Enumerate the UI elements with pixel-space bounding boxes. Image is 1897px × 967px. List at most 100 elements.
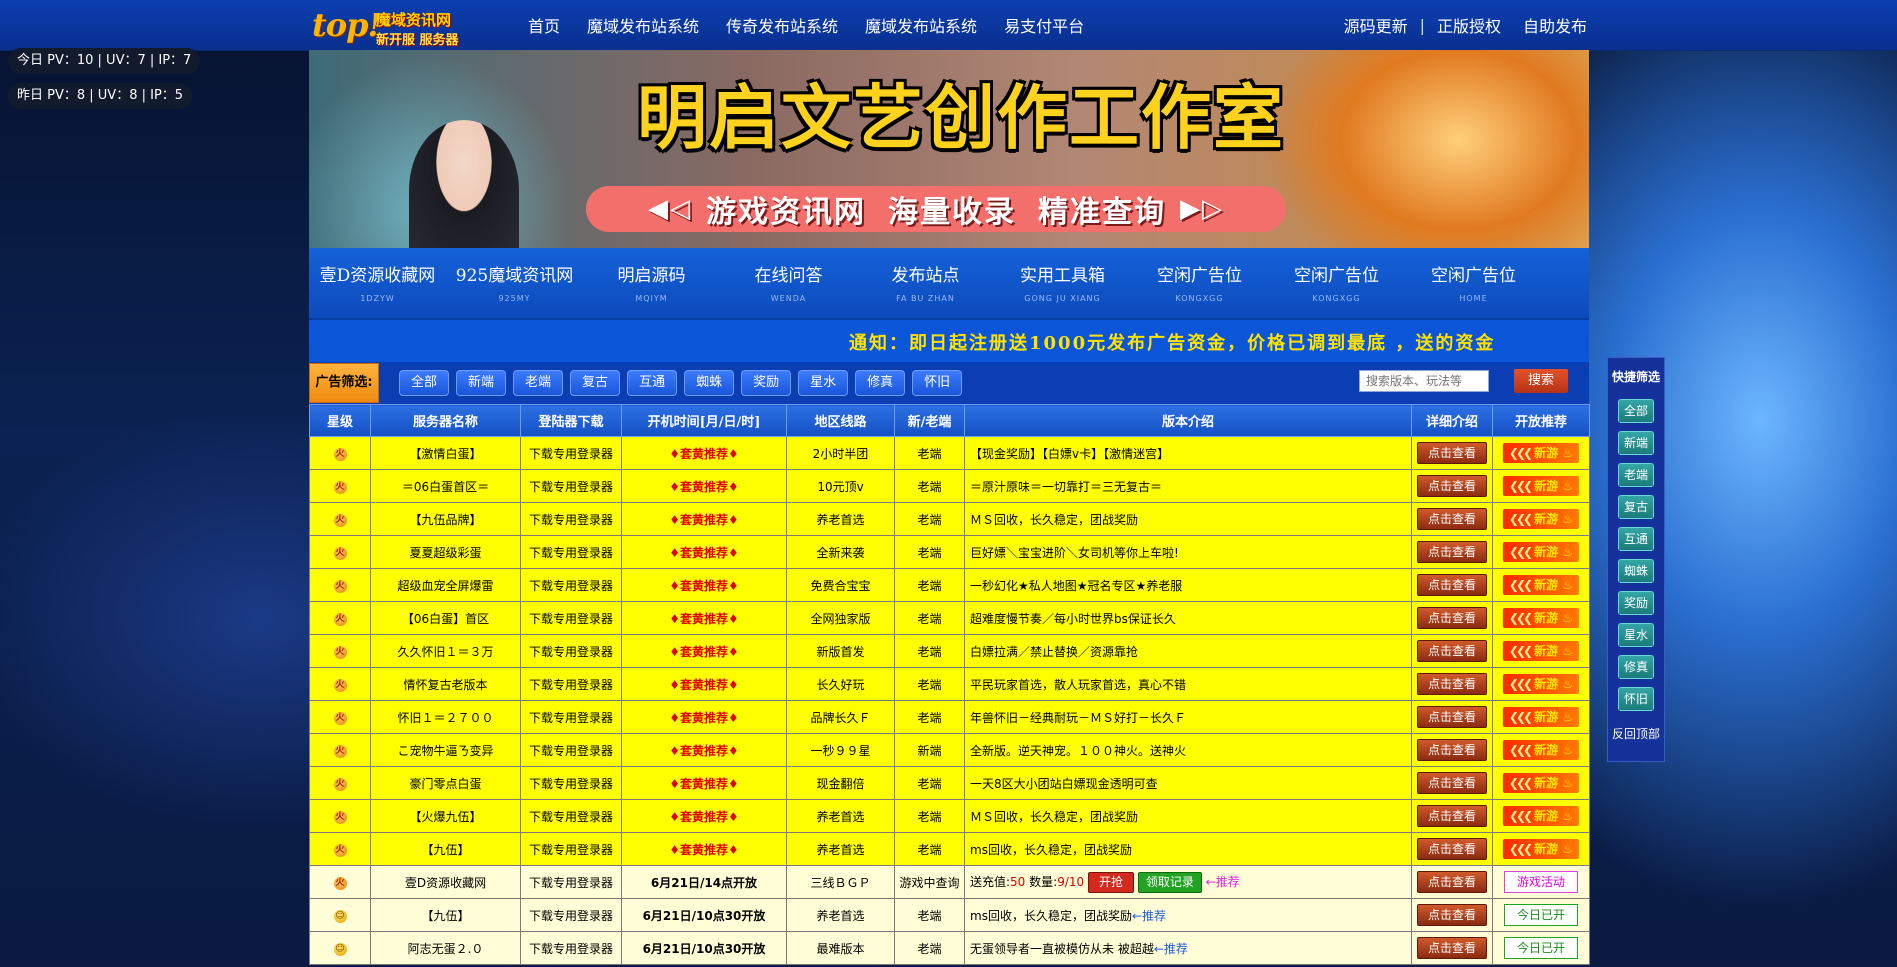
partner-link[interactable]: 空闲广告位 KONGXGG	[1268, 248, 1405, 318]
view-detail-button[interactable]: 点击查看	[1417, 937, 1487, 959]
new-game-badge[interactable]: ❮❮❮ 新游 ♨	[1503, 542, 1579, 562]
nav-home[interactable]: 首页	[528, 13, 560, 37]
opened-today-tag[interactable]: 今日已开	[1504, 904, 1578, 926]
table-row[interactable]: 火 【激情白蛋】 下载专用登录器 ♦套黄推荐♦ 2小时半团 老端 【现金奖励】【白嫖v卡】【…	[309, 436, 1590, 470]
view-detail-button[interactable]: 点击查看	[1417, 607, 1487, 629]
filter-chip[interactable]: 全部	[399, 370, 450, 396]
filter-chip[interactable]: 怀旧	[912, 370, 963, 396]
hero-banner[interactable]: 明启文艺创作工作室 ◀◁ 游戏资讯网 海量收录 精准查询 ▶▷	[309, 50, 1589, 248]
table-row[interactable]: 火 【九伍】 下载专用登录器 ♦套黄推荐♦ 养老首选 老端 ms回收，长久稳定，团战奖励 点击…	[309, 832, 1590, 866]
server-name[interactable]: 【九伍品牌】	[370, 502, 521, 536]
table-row[interactable]: 火 怀旧１＝２７００ 下载专用登录器 ♦套黄推荐♦ 品牌长久Ｆ 老端 年兽怀旧－经典耐玩－Ｍ…	[309, 700, 1590, 734]
quick-filter-item[interactable]: 奖励	[1618, 591, 1654, 615]
table-row[interactable]: ☺ 【九伍】 下载专用登录器 6月21日/10点30开放 养老首选 老端 ms回…	[309, 898, 1590, 932]
quick-filter-item[interactable]: 老端	[1618, 463, 1654, 487]
download-link[interactable]: 下载专用登录器	[520, 733, 622, 767]
nav-mu-system-2[interactable]: 魔域发布站系统	[865, 13, 977, 37]
table-row[interactable]: 火 こ宠物牛逼ㄋ变异 下载专用登录器 ♦套黄推荐♦ 一秒９９星 新端 全新版。逆天神宠。１０…	[309, 733, 1590, 767]
game-event-tag[interactable]: 游戏活动	[1504, 871, 1578, 893]
new-game-badge[interactable]: ❮❮❮ 新游 ♨	[1503, 740, 1579, 760]
view-detail-button[interactable]: 点击查看	[1417, 574, 1487, 596]
download-link[interactable]: 下载专用登录器	[520, 436, 622, 470]
view-detail-button[interactable]: 点击查看	[1417, 442, 1487, 464]
nav-legend-system[interactable]: 传奇发布站系统	[726, 13, 838, 37]
new-game-badge[interactable]: ❮❮❮ 新游 ♨	[1503, 575, 1579, 595]
view-detail-button[interactable]: 点击查看	[1417, 838, 1487, 860]
filter-chip[interactable]: 奖励	[741, 370, 792, 396]
filter-chip[interactable]: 复古	[570, 370, 621, 396]
back-to-top-link[interactable]: 反回顶部	[1608, 725, 1664, 742]
new-game-badge[interactable]: ❮❮❮ 新游 ♨	[1503, 509, 1579, 529]
search-button[interactable]: 搜索	[1514, 369, 1568, 393]
server-name[interactable]: 壹D资源收藏网	[370, 865, 521, 899]
server-name[interactable]: 怀旧１＝２７００	[370, 700, 521, 734]
server-name[interactable]: 【06白蛋】首区	[370, 601, 521, 635]
grab-button[interactable]: 开抢	[1087, 871, 1134, 893]
nav-payment[interactable]: 易支付平台	[1004, 13, 1084, 37]
partner-link[interactable]: 实用工具箱 GONG JU XIANG	[994, 248, 1131, 318]
quick-filter-item[interactable]: 全部	[1618, 399, 1654, 423]
server-name[interactable]: 豪门零点白蛋	[370, 766, 521, 800]
server-name[interactable]: ＝06白蛋首区＝	[370, 469, 521, 503]
nav-mu-system[interactable]: 魔域发布站系统	[587, 13, 699, 37]
download-link[interactable]: 下载专用登录器	[520, 634, 622, 668]
table-row[interactable]: 火 豪门零点白蛋 下载专用登录器 ♦套黄推荐♦ 现金翻倍 老端 一天8区大小团站白嫖现金透明…	[309, 766, 1590, 800]
table-row[interactable]: 火 情怀复古老版本 下载专用登录器 ♦套黄推荐♦ 长久好玩 老端 平民玩家首选，散人玩家首选…	[309, 667, 1590, 701]
opened-today-tag[interactable]: 今日已开	[1504, 937, 1578, 959]
quick-filter-item[interactable]: 怀旧	[1618, 687, 1654, 711]
new-game-badge[interactable]: ❮❮❮ 新游 ♨	[1503, 641, 1579, 661]
download-link[interactable]: 下载专用登录器	[520, 865, 622, 899]
view-detail-button[interactable]: 点击查看	[1417, 871, 1487, 893]
new-game-badge[interactable]: ❮❮❮ 新游 ♨	[1503, 476, 1579, 496]
table-row[interactable]: 火 壹D资源收藏网 下载专用登录器 6月21日/14点开放 三线ＢＧＰ 游戏中查…	[309, 865, 1590, 899]
download-link[interactable]: 下载专用登录器	[520, 799, 622, 833]
quick-filter-item[interactable]: 新端	[1618, 431, 1654, 455]
view-detail-button[interactable]: 点击查看	[1417, 508, 1487, 530]
claim-record-button[interactable]: 领取记录	[1137, 871, 1202, 893]
view-detail-button[interactable]: 点击查看	[1417, 805, 1487, 827]
new-game-badge[interactable]: ❮❮❮ 新游 ♨	[1503, 608, 1579, 628]
filter-chip[interactable]: 星水	[798, 370, 849, 396]
view-detail-button[interactable]: 点击查看	[1417, 706, 1487, 728]
server-name[interactable]: 阿志无蛋２.０	[370, 931, 521, 965]
search-input[interactable]	[1359, 370, 1489, 392]
download-link[interactable]: 下载专用登录器	[520, 832, 622, 866]
view-detail-button[interactable]: 点击查看	[1417, 541, 1487, 563]
table-row[interactable]: 火 【06白蛋】首区 下载专用登录器 ♦套黄推荐♦ 全网独家版 老端 超难度慢节奏／每小时世…	[309, 601, 1590, 635]
server-name[interactable]: 【激情白蛋】	[370, 436, 521, 470]
view-detail-button[interactable]: 点击查看	[1417, 640, 1487, 662]
table-row[interactable]: 火 超级血宠全屏爆雷 下载专用登录器 ♦套黄推荐♦ 免费合宝宝 老端 一秒幻化★私人地图★冠…	[309, 568, 1590, 602]
server-name[interactable]: 夏夏超级彩蛋	[370, 535, 521, 569]
download-link[interactable]: 下载专用登录器	[520, 601, 622, 635]
table-row[interactable]: ☺ 阿志无蛋２.０ 下载专用登录器 6月21日/10点30开放 最难版本 老端 …	[309, 931, 1590, 965]
download-link[interactable]: 下载专用登录器	[520, 931, 622, 965]
partner-link[interactable]: 空闲广告位 HOME	[1405, 248, 1542, 318]
download-link[interactable]: 下载专用登录器	[520, 568, 622, 602]
server-name[interactable]: 【火爆九伍】	[370, 799, 521, 833]
nav-self-publish[interactable]: 自助发布	[1523, 13, 1587, 37]
quick-filter-item[interactable]: 复古	[1618, 495, 1654, 519]
server-name[interactable]: 情怀复古老版本	[370, 667, 521, 701]
server-name[interactable]: 久久怀旧１＝３万	[370, 634, 521, 668]
table-row[interactable]: 火 【九伍品牌】 下载专用登录器 ♦套黄推荐♦ 养老首选 老端 ＭＳ回收，长久稳定，团战奖励…	[309, 502, 1590, 536]
quick-filter-item[interactable]: 星水	[1618, 623, 1654, 647]
filter-chip[interactable]: 老端	[513, 370, 564, 396]
table-row[interactable]: 火 【火爆九伍】 下载专用登录器 ♦套黄推荐♦ 养老首选 老端 ＭＳ回收，长久稳定，团战奖励…	[309, 799, 1590, 833]
download-link[interactable]: 下载专用登录器	[520, 502, 622, 536]
download-link[interactable]: 下载专用登录器	[520, 469, 622, 503]
table-row[interactable]: 火 久久怀旧１＝３万 下载专用登录器 ♦套黄推荐♦ 新版首发 老端 白嫖拉满／禁止替换／资源…	[309, 634, 1590, 668]
nav-source-update[interactable]: 源码更新	[1344, 13, 1408, 37]
partner-link[interactable]: 壹D资源收藏网 1DZYW	[309, 248, 446, 318]
filter-chip[interactable]: 互通	[627, 370, 678, 396]
view-detail-button[interactable]: 点击查看	[1417, 673, 1487, 695]
partner-link[interactable]: 明启源码 MQIYM	[583, 248, 720, 318]
new-game-badge[interactable]: ❮❮❮ 新游 ♨	[1503, 707, 1579, 727]
server-name[interactable]: 超级血宠全屏爆雷	[370, 568, 521, 602]
new-game-badge[interactable]: ❮❮❮ 新游 ♨	[1503, 773, 1579, 793]
new-game-badge[interactable]: ❮❮❮ 新游 ♨	[1503, 806, 1579, 826]
filter-chip[interactable]: 修真	[855, 370, 906, 396]
new-game-badge[interactable]: ❮❮❮ 新游 ♨	[1503, 443, 1579, 463]
site-logo[interactable]: top! 魔域资讯网 新开服 服务器	[312, 4, 472, 48]
download-link[interactable]: 下载专用登录器	[520, 766, 622, 800]
view-detail-button[interactable]: 点击查看	[1417, 904, 1487, 926]
